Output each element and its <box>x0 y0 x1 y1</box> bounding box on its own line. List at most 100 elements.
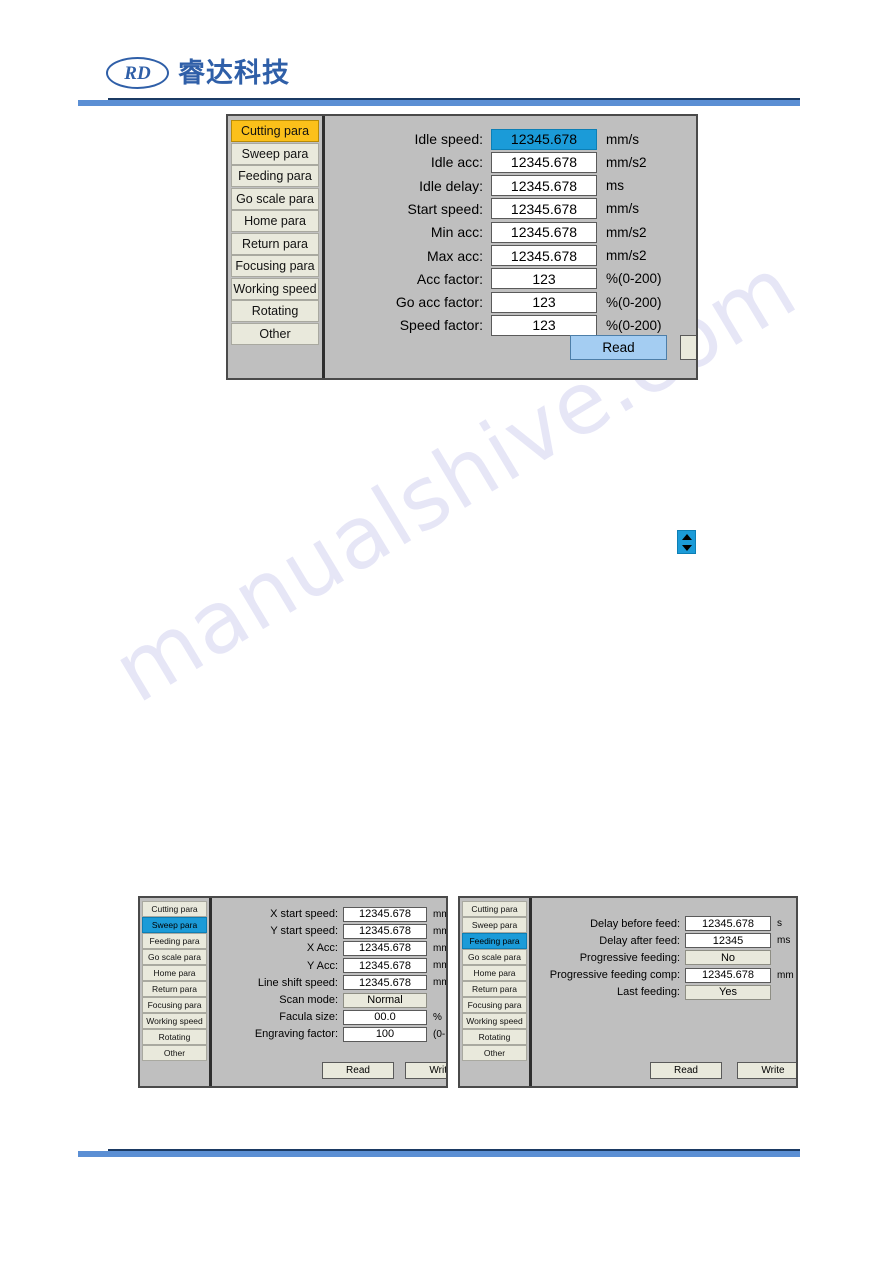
rd-logo-icon: RD <box>106 57 169 89</box>
sidebar-item-working-speed[interactable]: Working speed <box>231 277 319 300</box>
field-row: Facula size: 00.0% <box>218 1009 442 1025</box>
field-value: Yes <box>719 986 737 999</box>
field-value: Normal <box>367 994 403 1006</box>
field-input[interactable]: 12345.678 <box>343 958 427 974</box>
sidebar-item-working-speed[interactable]: Working speed <box>142 1013 207 1029</box>
sidebar-item-rotating[interactable]: Rotating <box>462 1029 527 1045</box>
sidebar-item-label: Working speed <box>466 1015 523 1026</box>
sidebar-item-sweep-para[interactable]: Sweep para <box>142 917 207 933</box>
brand-name-cn: 睿达科技 <box>178 57 290 89</box>
sidebar-item-focusing-para[interactable]: Focusing para <box>462 997 527 1013</box>
field-input[interactable]: 12345.678 <box>343 975 427 991</box>
field-row: Delay after feed: 12345 ms <box>544 932 790 949</box>
sidebar-item-label: Focusing para <box>467 999 522 1010</box>
sidebar-item-feeding-para[interactable]: Feeding para <box>462 933 527 949</box>
field-value: 123 <box>532 294 556 311</box>
sidebar-item-rotating[interactable]: Rotating <box>142 1029 207 1045</box>
read-button[interactable]: Read <box>570 335 667 360</box>
field-unit: mm/s2 <box>606 154 647 170</box>
sidebar-item-home-para[interactable]: Home para <box>462 965 527 981</box>
field-input[interactable]: 12345.678 <box>491 198 597 220</box>
sidebar-item-go-scale-para[interactable]: Go scale para <box>462 949 527 965</box>
field-select[interactable]: Normal <box>343 992 427 1008</box>
field-input[interactable]: 00.0 <box>343 1009 427 1025</box>
sidebar-item-other[interactable]: Other <box>142 1045 207 1061</box>
sidebar-item-cutting-para[interactable]: Cutting para <box>231 120 319 142</box>
chevron-up-icon[interactable] <box>681 533 692 540</box>
field-row: Min acc: 12345.678 mm/s2 <box>353 221 647 243</box>
sidebar-item-other[interactable]: Other <box>231 322 319 345</box>
sidebar-item-focusing-para[interactable]: Focusing para <box>231 255 319 277</box>
sweep-para-dialog: Cutting para Sweep para Feeding para Go sca… <box>138 896 448 1088</box>
cutting-dialog-sidebar: Cutting para Sweep para Feeding para Go sca… <box>228 116 325 378</box>
field-unit: mm/s <box>433 977 446 989</box>
field-row: Idle acc: 12345.678 mm/s2 <box>353 151 647 173</box>
field-input[interactable]: 12345.678 <box>685 916 771 931</box>
field-select[interactable]: No <box>685 950 771 966</box>
field-row: Y Acc: 12345.678 mm/s2 <box>218 958 446 974</box>
field-input[interactable]: 12345.678 <box>685 967 771 983</box>
cutting-dialog-body: Idle speed: 12345.678 mm/s Idle acc: 12345.6… <box>325 116 696 378</box>
field-input[interactable]: 12345.678 <box>491 175 597 197</box>
sidebar-item-return-para[interactable]: Return para <box>462 981 527 997</box>
field-label: Facula size: <box>279 1011 338 1024</box>
read-button[interactable]: Read <box>322 1062 394 1079</box>
field-select[interactable]: Yes <box>685 984 771 1000</box>
field-input[interactable]: 123 <box>491 268 597 290</box>
sidebar-item-sweep-para[interactable]: Sweep para <box>231 142 319 165</box>
feeding-dialog-body: Delay before feed: 12345.678 s Delay after … <box>532 898 796 1086</box>
field-label: Line shift speed: <box>257 976 338 989</box>
sidebar-item-label: Rotating <box>251 304 299 318</box>
field-input[interactable]: 12345.678 <box>491 128 597 150</box>
sidebar-item-feeding-para[interactable]: Feeding para <box>231 165 319 187</box>
field-row: Idle delay: 12345.678 ms <box>353 175 624 197</box>
field-input[interactable]: 123 <box>491 291 597 313</box>
field-input[interactable]: 12345.678 <box>343 906 427 922</box>
field-value: 00.0 <box>374 1011 396 1024</box>
field-input[interactable]: 12345 <box>685 933 771 949</box>
field-input[interactable]: 12345.678 <box>343 923 427 939</box>
sidebar-item-cutting-para[interactable]: Cutting para <box>142 901 207 917</box>
sidebar-item-other[interactable]: Other <box>462 1045 527 1061</box>
field-value: 12345.678 <box>510 200 578 217</box>
sidebar-item-go-scale-para[interactable]: Go scale para <box>231 187 319 210</box>
spinner-stepper[interactable] <box>677 530 696 554</box>
sidebar-item-return-para[interactable]: Return para <box>142 981 207 997</box>
field-input[interactable]: 100 <box>343 1026 427 1042</box>
field-row: Max acc: 12345.678 mm/s2 <box>353 245 647 267</box>
field-value: 123 <box>532 317 556 334</box>
write-button[interactable]: Write <box>680 335 696 360</box>
field-input[interactable]: 123 <box>491 314 597 336</box>
field-unit: % <box>433 1011 442 1023</box>
read-button[interactable]: Read <box>650 1062 722 1079</box>
field-unit: mm/s <box>433 925 446 937</box>
field-label: Last feeding: <box>617 986 680 999</box>
field-unit: mm/s2 <box>433 960 446 972</box>
field-unit: mm/s <box>606 201 639 217</box>
field-row: Idle speed: 12345.678 mm/s <box>353 128 639 150</box>
sidebar-item-return-para[interactable]: Return para <box>231 232 319 255</box>
sidebar-item-go-scale-para[interactable]: Go scale para <box>142 949 207 965</box>
feeding-para-dialog: Cutting para Sweep para Feeding para Go sca… <box>458 896 798 1088</box>
field-row: X start speed: 12345.678 mm/s <box>218 906 446 922</box>
sidebar-item-home-para[interactable]: Home para <box>231 210 319 232</box>
sidebar-item-label: Return para <box>472 983 517 994</box>
field-input[interactable]: 12345.678 <box>491 245 597 266</box>
write-button[interactable]: Write <box>405 1062 446 1079</box>
sweep-dialog-body: X start speed:12345.678mm/sY start speed… <box>212 898 446 1086</box>
write-button[interactable]: Write <box>737 1062 796 1079</box>
field-input[interactable]: 12345.678 <box>491 151 597 173</box>
sidebar-item-cutting-para[interactable]: Cutting para <box>462 901 527 917</box>
sidebar-item-home-para[interactable]: Home para <box>142 965 207 981</box>
field-input[interactable]: 12345.678 <box>491 221 597 243</box>
sidebar-item-sweep-para[interactable]: Sweep para <box>462 917 527 933</box>
sidebar-item-focusing-para[interactable]: Focusing para <box>142 997 207 1013</box>
field-row: Acc factor: 123 %(0-200) <box>353 268 662 290</box>
sidebar-item-feeding-para[interactable]: Feeding para <box>142 933 207 949</box>
sidebar-item-working-speed[interactable]: Working speed <box>462 1013 527 1029</box>
field-unit: %(0-200) <box>606 271 662 287</box>
chevron-down-icon[interactable] <box>681 544 692 551</box>
cutting-para-dialog: Cutting para Sweep para Feeding para Go sca… <box>226 114 698 380</box>
sidebar-item-rotating[interactable]: Rotating <box>231 300 319 322</box>
field-input[interactable]: 12345.678 <box>343 940 427 956</box>
